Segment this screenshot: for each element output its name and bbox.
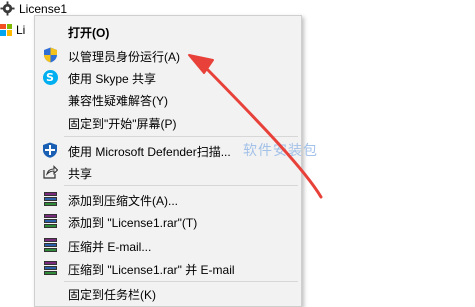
menu-item-pin-to-start[interactable]: 固定到"开始"屏幕(P) <box>35 111 301 133</box>
menu-item-label: 使用 Skype 共享 <box>68 72 157 86</box>
menu-separator <box>64 136 298 137</box>
menu-item-label: 压缩到 "License1.rar" 并 E-mail <box>68 263 235 277</box>
menu-item-compress-to-rar-email[interactable]: 压缩到 "License1.rar" 并 E-mail <box>35 257 301 279</box>
menu-item-compress-email[interactable]: 压缩并 E-mail... <box>35 234 301 256</box>
desktop-file-label: Li <box>16 22 26 37</box>
desktop-file-second[interactable]: Li <box>0 21 25 38</box>
watermark-text: 软件安装包 <box>243 142 318 158</box>
settings-file-icon <box>0 1 15 16</box>
menu-item-label: 使用 Microsoft Defender扫描... <box>68 145 231 159</box>
menu-item-label: 共享 <box>68 167 93 181</box>
uac-shield-icon <box>42 47 58 63</box>
winrar-icon <box>42 213 58 229</box>
menu-item-label: 固定到任务栏(K) <box>68 288 156 302</box>
menu-item-add-to-archive[interactable]: 添加到压缩文件(A)... <box>35 188 301 210</box>
winrar-icon <box>42 237 58 253</box>
menu-item-label: 兼容性疑难解答(Y) <box>68 94 168 108</box>
share-icon <box>42 164 58 180</box>
menu-item-pin-to-taskbar[interactable]: 固定到任务栏(K) <box>35 282 301 304</box>
menu-item-add-to-license1-rar[interactable]: 添加到 "License1.rar"(T) <box>35 210 301 232</box>
menu-item-skype-share[interactable]: S 使用 Skype 共享 <box>35 66 301 88</box>
winrar-icon <box>42 260 58 276</box>
context-menu: 打开(O) 以管理员身份运行(A) S 使用 Skype 共享 兼容性疑难解答(… <box>34 15 302 307</box>
desktop-file-label: License1 <box>19 1 68 16</box>
menu-item-label: 压缩并 E-mail... <box>68 240 152 254</box>
menu-item-open[interactable]: 打开(O) <box>35 20 301 42</box>
menu-item-compat-troubleshoot[interactable]: 兼容性疑难解答(Y) <box>35 88 301 110</box>
menu-item-run-as-admin[interactable]: 以管理员身份运行(A) <box>35 44 301 66</box>
menu-item-label: 添加到压缩文件(A)... <box>68 194 178 208</box>
menu-item-label: 固定到"开始"屏幕(P) <box>68 117 177 131</box>
defender-icon <box>42 142 58 158</box>
windows-logo-icon <box>0 23 12 36</box>
menu-item-label: 添加到 "License1.rar"(T) <box>68 216 198 230</box>
skype-icon: S <box>42 69 58 85</box>
menu-separator <box>64 185 298 186</box>
menu-item-label: 打开(O) <box>68 26 110 40</box>
menu-item-label: 以管理员身份运行(A) <box>68 50 180 64</box>
winrar-icon <box>42 191 58 207</box>
menu-item-share[interactable]: 共享 <box>35 161 301 183</box>
